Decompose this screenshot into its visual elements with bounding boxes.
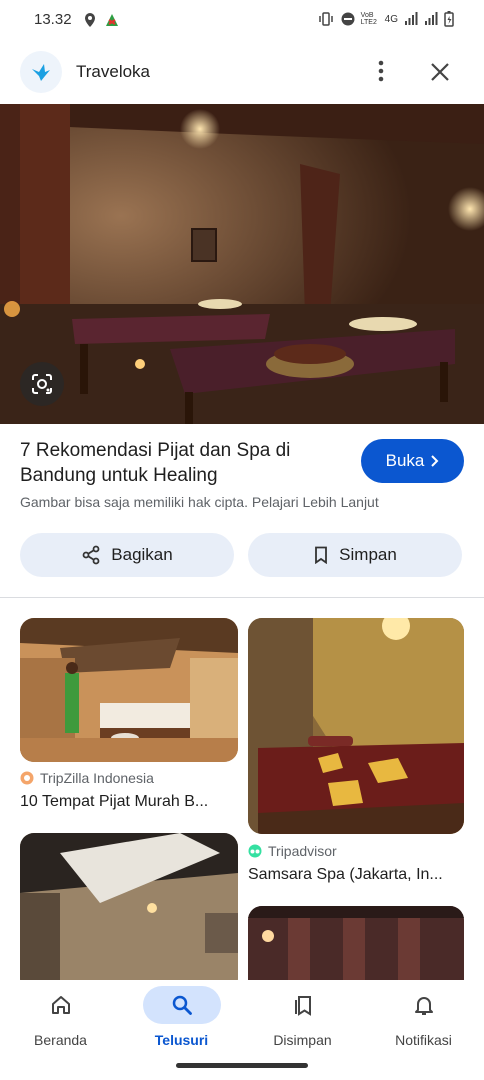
spa-room-photo [0, 104, 484, 424]
related-image-3[interactable] [20, 833, 238, 993]
status-notification-icons [82, 12, 120, 28]
lens-icon [32, 374, 52, 394]
traveloka-bird-icon [32, 64, 50, 81]
vibrate-icon [318, 12, 333, 26]
battery-icon [444, 11, 454, 27]
visit-button[interactable]: Buka [361, 439, 464, 483]
chevron-right-icon [431, 455, 439, 467]
share-icon [82, 545, 100, 565]
signal-icon-2 [425, 12, 438, 25]
nav-disimpan-pill [264, 986, 342, 1024]
nav-beranda-pill [22, 986, 100, 1024]
save-button[interactable]: Simpan [248, 533, 462, 577]
gesture-home-bar[interactable] [176, 1063, 308, 1068]
search-icon [172, 995, 192, 1015]
related-photo-1 [20, 618, 238, 762]
signal-icon [405, 12, 418, 25]
nav-telusuri-pill [143, 986, 221, 1024]
nav-disimpan[interactable]: Disimpan [242, 980, 363, 1060]
home-icon [52, 996, 70, 1014]
tripzilla-favicon-icon [20, 771, 34, 785]
copyright-note[interactable]: Gambar bisa saja memiliki hak cipta. Pel… [20, 494, 379, 510]
status-system-icons: VoB LTE2 4G [317, 11, 454, 27]
nav-telusuri-label: Telusuri [154, 1032, 209, 1048]
viewer-header: Traveloka [0, 44, 484, 100]
nav-disimpan-label: Disimpan [273, 1032, 332, 1048]
saved-icon [295, 996, 311, 1016]
close-icon [431, 63, 449, 81]
site-name[interactable]: Traveloka [76, 62, 150, 82]
dnd-icon [341, 12, 355, 26]
result-title[interactable]: 7 Rekomendasi Pijat dan Spa di Bandung u… [20, 438, 340, 488]
status-bar: 13.32 VoB LTE2 4G [0, 0, 484, 40]
section-divider [0, 597, 484, 598]
related-title-1[interactable]: 10 Tempat Pijat Murah B... [20, 793, 238, 811]
nav-beranda[interactable]: Beranda [0, 980, 121, 1060]
related-source-label-2: Tripadvisor [268, 843, 337, 859]
related-image-1[interactable] [20, 618, 238, 762]
bookmark-icon [315, 546, 328, 564]
network-label: 4G [384, 13, 398, 25]
share-button[interactable]: Bagikan [20, 533, 234, 577]
share-label: Bagikan [111, 545, 173, 564]
tripadvisor-favicon-icon [248, 844, 262, 858]
more-options-button[interactable] [366, 56, 396, 86]
nav-notifikasi-pill [385, 986, 463, 1024]
nav-beranda-label: Beranda [34, 1032, 87, 1048]
volte-label: VoB LTE2 [360, 12, 377, 26]
location-icon [85, 13, 95, 27]
app-notification-icon [106, 14, 118, 26]
related-title-2[interactable]: Samsara Spa (Jakarta, In... [248, 866, 464, 884]
nav-notifikasi-label: Notifikasi [395, 1032, 452, 1048]
related-source-1[interactable]: TripZilla Indonesia [20, 770, 154, 786]
related-image-2[interactable] [248, 618, 464, 834]
more-vert-icon [378, 60, 384, 82]
related-photo-3 [20, 833, 238, 993]
save-label: Simpan [339, 545, 397, 564]
nav-notifikasi[interactable]: Notifikasi [363, 980, 484, 1060]
related-source-2[interactable]: Tripadvisor [248, 843, 337, 859]
related-source-label-1: TripZilla Indonesia [40, 770, 154, 786]
google-lens-button[interactable] [20, 362, 64, 406]
nav-telusuri[interactable]: Telusuri [121, 980, 242, 1060]
related-photo-2 [248, 618, 464, 834]
close-button[interactable] [424, 56, 456, 88]
status-time: 13.32 [34, 11, 72, 28]
hero-image[interactable] [0, 104, 484, 424]
bell-icon [415, 997, 433, 1015]
site-logo[interactable] [20, 51, 62, 93]
visit-label: Buka [385, 451, 425, 470]
